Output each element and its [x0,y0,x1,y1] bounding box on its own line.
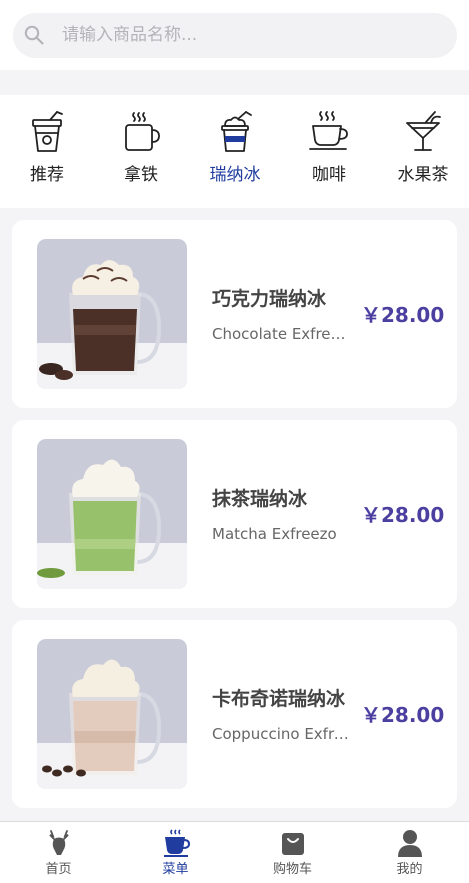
category-bar: 推荐 拿铁 瑞纳冰 咖啡 水果茶 [0,95,469,208]
tab-profile[interactable]: 我的 [351,822,468,883]
search-placeholder: 请输入商品名称... [62,25,198,45]
cocktail-glass-icon [406,111,441,151]
category-item-coffee[interactable]: 咖啡 [282,95,376,208]
cappuccino-frappe-image [37,639,187,789]
bottom-tab-bar: 首页 菜单 购物车 我的 [0,821,469,883]
product-name: 卡布奇诺瑞纳冰 [212,688,346,710]
shopping-bag-icon [281,833,304,855]
tab-cart[interactable]: 购物车 [234,822,351,883]
frappe-cup-icon [221,111,252,152]
product-english-name: Matcha Exfreezo [212,525,337,543]
matcha-frappe-image [37,439,187,589]
product-english-name: Chocolate Exfreezo [212,325,352,343]
product-name: 抹茶瑞纳冰 [212,488,308,510]
product-price: ￥28.00 [361,303,445,327]
category-label: 水果茶 [397,165,449,185]
tab-menu[interactable]: 菜单 [117,822,234,883]
tab-label: 首页 [45,862,72,877]
tab-label: 菜单 [162,862,189,877]
product-name: 巧克力瑞纳冰 [212,288,327,310]
user-icon [397,830,422,857]
category-item-fruit-tea[interactable]: 水果茶 [376,95,469,208]
tab-home[interactable]: 首页 [0,822,117,883]
product-card[interactable]: 巧克力瑞纳冰 Chocolate Exfreezo ￥28.00 [12,220,457,408]
category-item-exfreezo[interactable]: 瑞纳冰 [188,95,282,208]
product-english-name: Coppuccino Exfreezo [212,725,352,743]
chocolate-frappe-image [37,239,187,389]
coffee-cup-icon [309,111,348,150]
product-card[interactable]: 抹茶瑞纳冰 Matcha Exfreezo ￥28.00 [12,420,457,608]
tab-label: 购物车 [272,862,312,877]
category-label: 推荐 [30,165,64,185]
category-label: 瑞纳冰 [209,165,261,185]
product-price: ￥28.00 [361,503,445,527]
category-label: 咖啡 [312,165,346,185]
category-item-recommend[interactable]: 推荐 [0,95,94,208]
search-bar: 请输入商品名称... [0,0,469,70]
category-item-latte[interactable]: 拿铁 [94,95,188,208]
deer-home-icon [48,830,69,855]
latte-mug-icon [125,112,160,151]
search-icon [24,25,44,45]
menu-cup-icon [163,829,190,857]
takeaway-cup-icon [32,111,63,152]
category-label: 拿铁 [124,165,158,185]
product-card[interactable]: 卡布奇诺瑞纳冰 Coppuccino Exfreezo ￥28.00 [12,620,457,808]
tab-label: 我的 [396,862,423,877]
product-price: ￥28.00 [361,703,445,727]
